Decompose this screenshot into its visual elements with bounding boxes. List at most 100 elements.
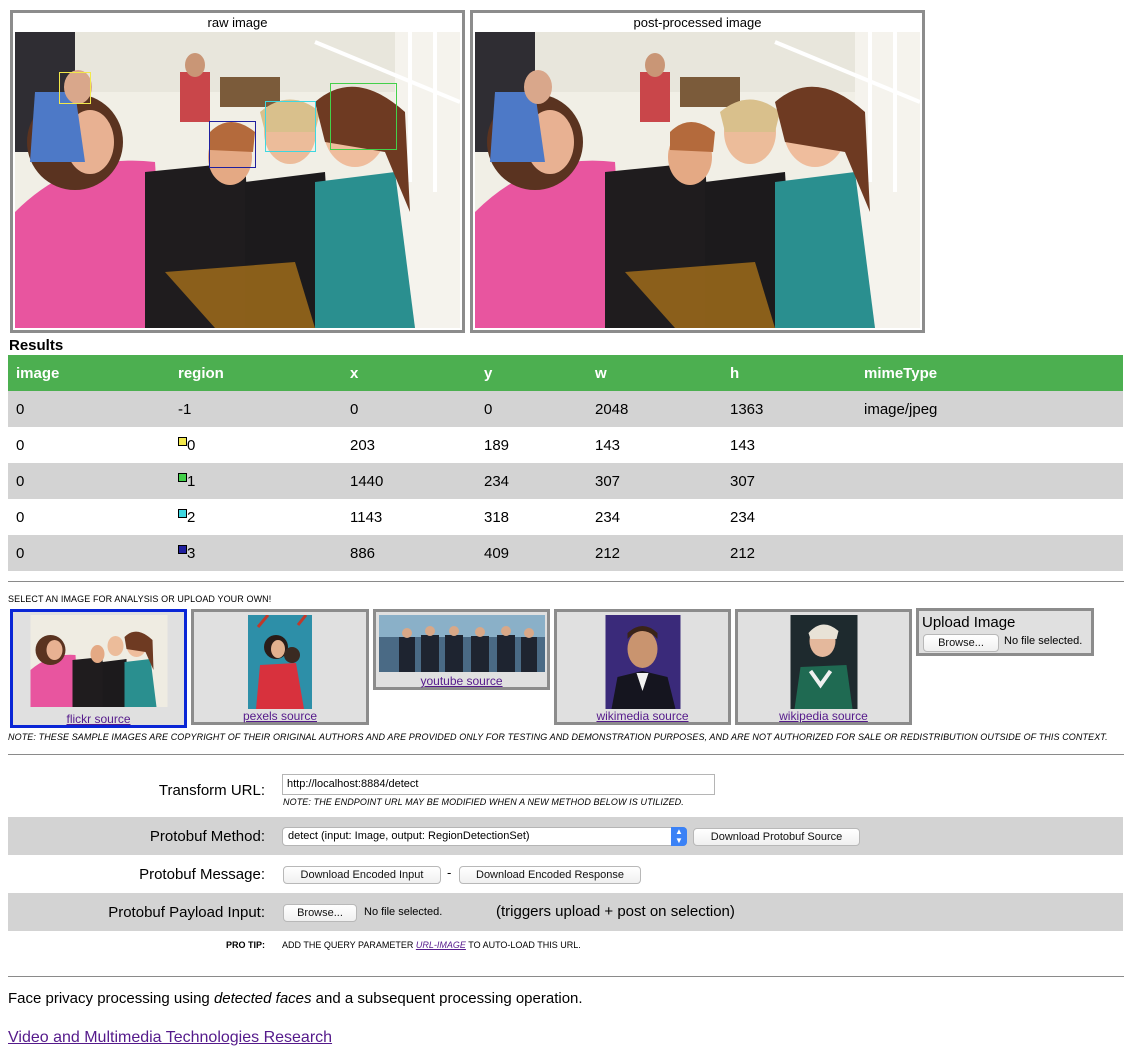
research-link[interactable]: Video and Multimedia Technologies Resear…: [8, 1029, 332, 1047]
cell-w: 212: [587, 535, 722, 571]
sample-wikipedia[interactable]: wikipedia source: [735, 609, 912, 725]
table-row: 0 0 203 189 143 143: [8, 427, 1123, 463]
payload-file-status: No file selected.: [364, 906, 443, 918]
sample-flickr[interactable]: flickr source: [10, 609, 187, 728]
col-header-region: region: [170, 355, 342, 391]
sample-pexels[interactable]: pexels source: [191, 609, 369, 725]
cell-region: -1: [170, 391, 342, 427]
region-color-swatch: [178, 544, 187, 554]
cell-image: 0: [8, 391, 170, 427]
protobuf-method-select[interactable]: detect (input: Image, output: RegionDete…: [282, 827, 687, 846]
samples-heading: SELECT AN IMAGE FOR ANALYSIS OR UPLOAD Y…: [8, 594, 272, 604]
results-heading: Results: [9, 337, 64, 354]
download-encoded-response-button[interactable]: Download Encoded Response: [459, 866, 641, 884]
cell-y: 409: [476, 535, 587, 571]
face-box-2: [265, 101, 316, 152]
cell-y: 318: [476, 499, 587, 535]
sample-youtube[interactable]: youtube source: [373, 609, 550, 690]
copyright-note: NOTE: THESE SAMPLE IMAGES ARE COPYRIGHT …: [8, 732, 1108, 742]
divider: [8, 976, 1124, 977]
cell-x: 1143: [342, 499, 476, 535]
post-processed-image-panel: post-processed image: [470, 10, 925, 333]
table-row: 0 1 1440 234 307 307: [8, 463, 1123, 499]
post-processed-image-caption: post-processed image: [633, 15, 762, 30]
download-protobuf-source-button[interactable]: Download Protobuf Source: [693, 828, 860, 846]
cell-mimetype: [856, 427, 1123, 463]
cell-w: 234: [587, 499, 722, 535]
cell-w: 307: [587, 463, 722, 499]
url-image-link[interactable]: URL-IMAGE: [416, 940, 466, 950]
cell-x: 203: [342, 427, 476, 463]
cell-y: 234: [476, 463, 587, 499]
select-chevron-icon: ▲ ▼: [671, 827, 687, 846]
face-box-3: [209, 121, 256, 168]
cell-region: 1: [170, 463, 342, 499]
protobuf-message-label: Protobuf Message:: [139, 866, 265, 883]
region-color-swatch: [178, 436, 187, 446]
protip-text: ADD THE QUERY PARAMETER URL-IMAGE TO AUT…: [282, 940, 581, 950]
cell-mimetype: [856, 535, 1123, 571]
region-color-swatch: [178, 472, 187, 482]
cell-image: 0: [8, 463, 170, 499]
cell-h: 143: [722, 427, 856, 463]
sample-wikimedia[interactable]: wikimedia source: [554, 609, 731, 725]
button-separator: -: [447, 865, 452, 880]
cell-h: 1363: [722, 391, 856, 427]
upload-browse-button[interactable]: Browse...: [923, 634, 999, 652]
cell-region: 2: [170, 499, 342, 535]
wikimedia-thumbnail[interactable]: [605, 615, 680, 709]
cell-region-value: 1: [187, 472, 196, 490]
endpoint-note: NOTE: THE ENDPOINT URL MAY BE MODIFIED W…: [283, 797, 684, 807]
protip-text-after: TO AUTO-LOAD THIS URL.: [465, 940, 581, 950]
cell-region: 0: [170, 427, 342, 463]
protobuf-method-label: Protobuf Method:: [149, 828, 265, 845]
cell-region-value: 0: [187, 436, 196, 454]
cell-mimetype: [856, 499, 1123, 535]
wikipedia-thumbnail[interactable]: [790, 615, 857, 709]
pexels-source-link[interactable]: pexels source: [194, 709, 366, 723]
divider: [8, 581, 1124, 582]
protip-text-before: ADD THE QUERY PARAMETER: [282, 940, 416, 950]
download-encoded-input-button[interactable]: Download Encoded Input: [283, 866, 441, 884]
description-emphasis: detected faces: [213, 990, 312, 1007]
transform-url-input[interactable]: http://localhost:8884/detect: [282, 774, 715, 795]
upload-image-title: Upload Image: [922, 614, 1016, 631]
protobuf-method-value: detect (input: Image, output: RegionDete…: [288, 830, 530, 842]
payload-browse-button[interactable]: Browse...: [283, 904, 357, 922]
cell-x: 1440: [342, 463, 476, 499]
face-box-0: [59, 72, 91, 104]
cell-y: 189: [476, 427, 587, 463]
wikipedia-source-link[interactable]: wikipedia source: [738, 709, 909, 723]
raw-image-panel: raw image: [10, 10, 465, 333]
cell-mimetype: image/jpeg: [856, 391, 1123, 427]
upload-image-box: Upload Image Browse... No file selected.: [916, 608, 1094, 656]
protobuf-payload-label: Protobuf Payload Input:: [108, 904, 265, 921]
cell-mimetype: [856, 463, 1123, 499]
raw-image: [15, 32, 460, 328]
cell-region-value: 3: [187, 544, 196, 562]
table-row: 0 3 886 409 212 212: [8, 535, 1123, 571]
table-row: 0 -1 0 0 2048 1363 image/jpeg: [8, 391, 1123, 427]
cell-region-value: 2: [187, 508, 196, 526]
col-header-y: y: [476, 355, 587, 391]
region-color-swatch: [178, 508, 187, 518]
pexels-thumbnail[interactable]: [248, 615, 312, 709]
col-header-w: w: [587, 355, 722, 391]
flickr-thumbnail[interactable]: [30, 615, 167, 707]
wikimedia-source-link[interactable]: wikimedia source: [557, 709, 728, 723]
cell-h: 307: [722, 463, 856, 499]
flickr-source-link[interactable]: flickr source: [13, 712, 184, 726]
youtube-thumbnail[interactable]: [378, 615, 545, 672]
cell-x: 886: [342, 535, 476, 571]
cell-h: 212: [722, 535, 856, 571]
description-before: Face privacy processing using: [8, 990, 214, 1007]
cell-w: 143: [587, 427, 722, 463]
divider: [8, 754, 1124, 755]
col-header-image: image: [8, 355, 170, 391]
upload-file-status: No file selected.: [1004, 635, 1083, 647]
cell-h: 234: [722, 499, 856, 535]
transform-url-label: Transform URL:: [158, 782, 265, 799]
post-processed-image: [475, 32, 920, 328]
cell-image: 0: [8, 499, 170, 535]
youtube-source-link[interactable]: youtube source: [376, 674, 547, 688]
